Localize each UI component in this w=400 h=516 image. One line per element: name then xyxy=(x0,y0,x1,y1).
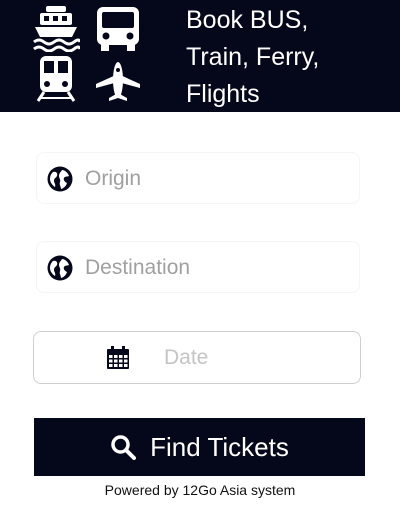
powered-by-text: Powered by 12Go Asia system xyxy=(104,482,296,498)
origin-field[interactable]: Origin xyxy=(36,152,360,204)
transport-icons xyxy=(32,4,152,108)
find-tickets-label: Find Tickets xyxy=(150,431,289,462)
bus-icon xyxy=(94,4,142,52)
find-tickets-content: Find Tickets xyxy=(34,418,365,476)
globe-icon xyxy=(47,255,73,281)
date-placeholder: Date xyxy=(164,346,209,369)
origin-placeholder: Origin xyxy=(85,167,142,190)
ferry-icon xyxy=(32,4,80,52)
plane-icon xyxy=(94,56,142,104)
destination-placeholder: Destination xyxy=(85,256,191,279)
destination-field[interactable]: Destination xyxy=(36,241,360,293)
find-tickets-button[interactable]: Find Tickets xyxy=(34,418,365,476)
train-icon xyxy=(32,54,80,102)
header-title: Book BUS, Train, Ferry, Flights xyxy=(186,6,320,108)
calendar-icon xyxy=(106,346,130,370)
search-icon xyxy=(110,434,137,460)
globe-icon xyxy=(47,166,73,192)
header-banner: Book BUS, Train, Ferry, Flights xyxy=(0,0,400,112)
date-field[interactable]: Date xyxy=(33,331,361,384)
